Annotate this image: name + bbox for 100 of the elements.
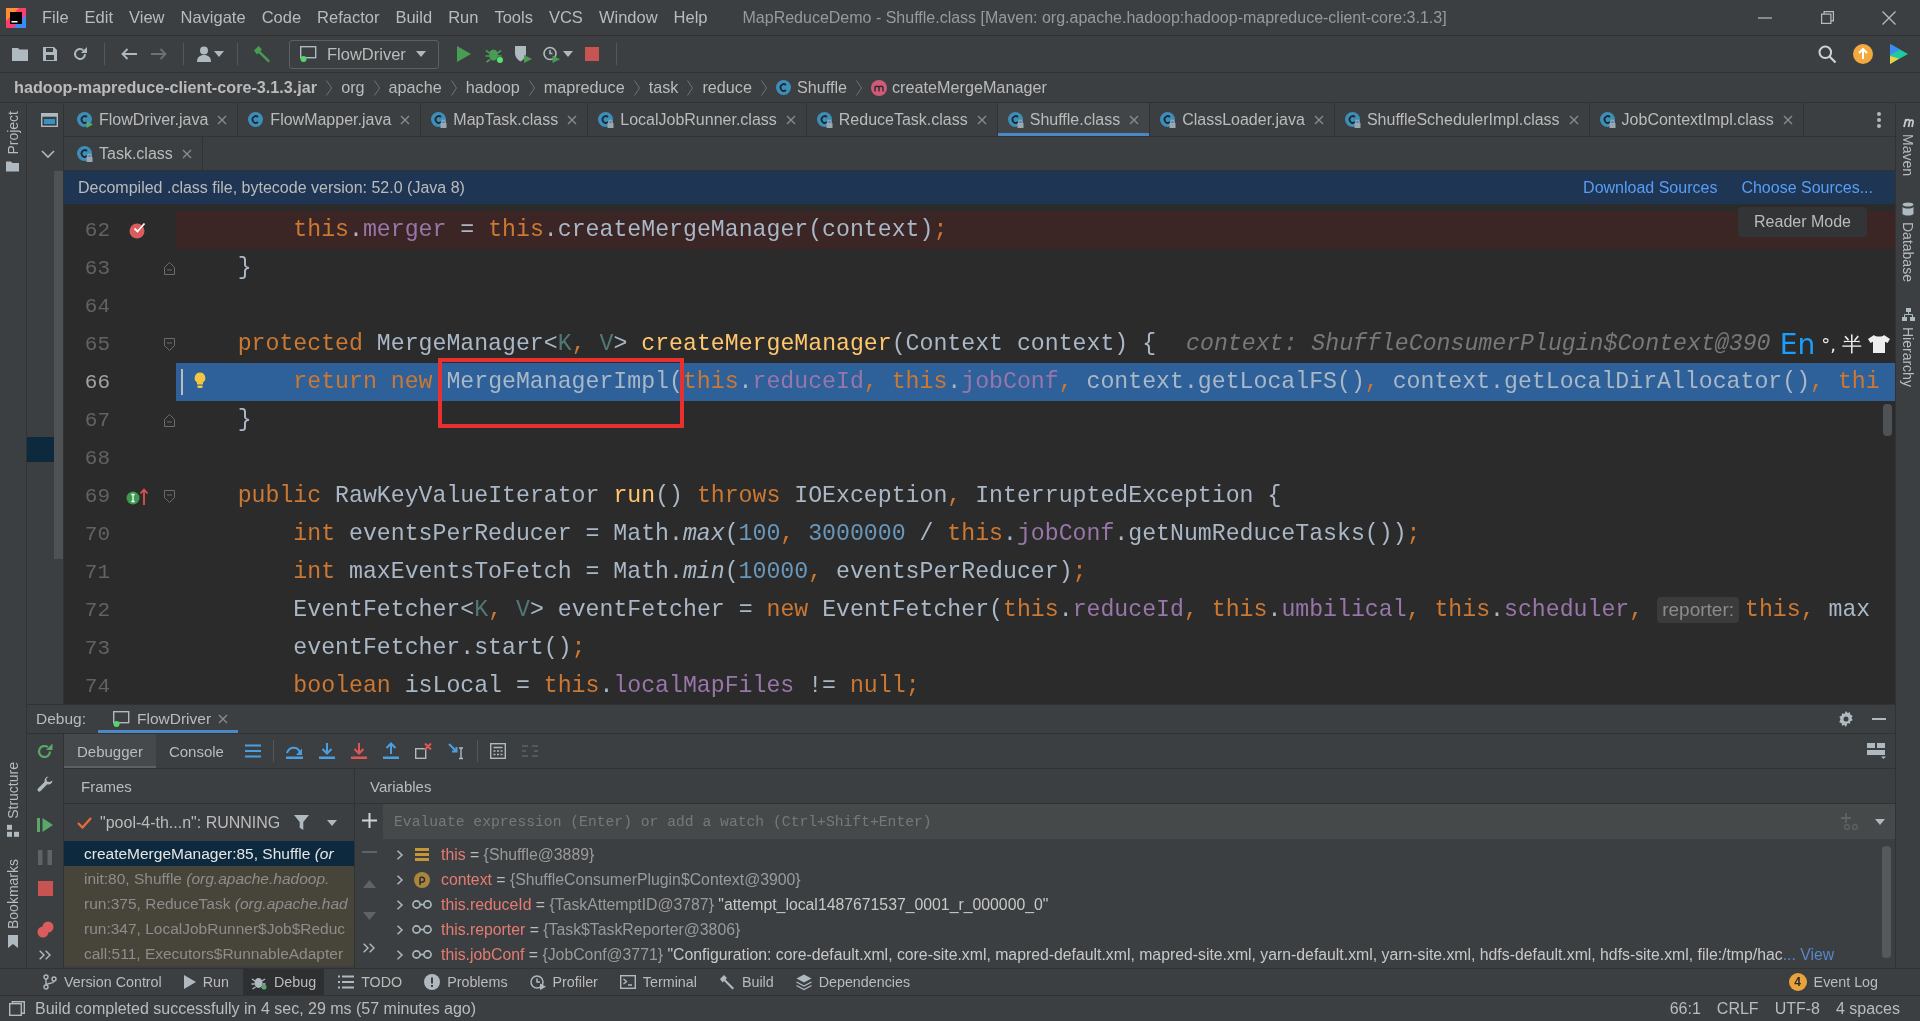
view-link[interactable]: ... View xyxy=(1782,945,1835,963)
event-log-button[interactable]: 4 Event Log xyxy=(1780,969,1886,995)
step-out-button[interactable] xyxy=(382,743,399,759)
thread-selector[interactable]: "pool-4-th...n": RUNNING xyxy=(100,813,281,832)
caret-position[interactable]: 66:1 xyxy=(1669,999,1701,1018)
debugger-tab[interactable]: Console xyxy=(155,734,237,768)
character-width-indicator[interactable]: 半 xyxy=(1842,330,1862,358)
reader-mode-button[interactable]: Reader Mode xyxy=(1738,207,1867,237)
editor-tab[interactable]: ShuffleSchedulerImpl.class xyxy=(1334,103,1590,136)
breadcrumb-item[interactable]: Shuffle xyxy=(775,75,847,100)
fold-icon[interactable] xyxy=(163,489,175,503)
editor-tab[interactable]: JobContextImpl.class xyxy=(1589,103,1804,136)
resume-icon[interactable] xyxy=(37,817,53,833)
run-to-cursor-button[interactable] xyxy=(447,743,465,759)
editor-tab[interactable]: Task.class xyxy=(67,137,203,170)
plus-icon[interactable] xyxy=(361,812,377,828)
breadcrumb-item[interactable]: createMergeManager xyxy=(871,75,1047,100)
debug-session-tab[interactable]: FlowDriver xyxy=(98,705,239,733)
tool-window-button[interactable]: Build xyxy=(710,969,782,995)
tool-window-button[interactable]: Version Control xyxy=(35,969,170,995)
banner-link[interactable]: Download Sources xyxy=(1583,178,1718,197)
input-language-indicator[interactable]: En xyxy=(1779,327,1816,361)
menu-item[interactable]: Window xyxy=(590,3,666,32)
editor-tab[interactable]: ReduceTask.class xyxy=(806,103,998,136)
execution-point-button[interactable] xyxy=(244,744,261,758)
close-icon[interactable] xyxy=(1568,114,1579,125)
tool-window-button[interactable]: Dependencies xyxy=(787,969,919,995)
tool-window-button[interactable]: Hierarchy xyxy=(1896,303,1920,391)
menu-item[interactable]: File xyxy=(34,3,77,32)
tool-window-button[interactable]: Terminal xyxy=(611,969,705,995)
tool-window-button[interactable]: TODO xyxy=(330,969,411,995)
more-vertical-icon[interactable] xyxy=(1877,111,1881,128)
close-icon[interactable] xyxy=(1129,114,1140,125)
tool-window-button[interactable]: Structure xyxy=(1,758,25,841)
force-step-into-button[interactable] xyxy=(350,743,367,759)
menu-item[interactable]: Help xyxy=(665,3,716,32)
filter-icon[interactable] xyxy=(294,815,310,830)
close-icon[interactable] xyxy=(1782,114,1793,125)
menu-item[interactable]: Refactor xyxy=(309,3,388,32)
run-configuration-dropdown[interactable]: FlowDriver xyxy=(289,39,439,69)
scrollbar-thumb[interactable] xyxy=(1883,404,1892,436)
caret-down-icon[interactable] xyxy=(415,51,426,57)
step-into-button[interactable] xyxy=(318,743,335,759)
stack-frame[interactable]: init:80, Shuffle (org.apache.hadoop. xyxy=(64,866,354,891)
layout-button[interactable] xyxy=(1867,743,1886,759)
editor-tab[interactable]: ClassLoader.java xyxy=(1150,103,1335,136)
indent-setting[interactable]: 4 spaces xyxy=(1835,999,1900,1018)
wrench-icon[interactable] xyxy=(37,776,53,792)
breadcrumb-item[interactable]: reduce xyxy=(702,75,752,100)
menu-item[interactable]: Edit xyxy=(76,3,122,32)
punctuation-mode-indicator[interactable]: °, xyxy=(1821,333,1836,355)
tool-window-button[interactable]: Project xyxy=(1,107,25,176)
breadcrumb-item[interactable]: hadoop-mapreduce-client-core-3.1.3.jar xyxy=(14,75,318,100)
stack-frame[interactable]: createMergeManager:85, Shuffle (or xyxy=(64,841,354,866)
tool-windows-icon[interactable] xyxy=(9,1001,25,1016)
menu-item[interactable]: Tools xyxy=(486,3,541,32)
menu-item[interactable]: Run xyxy=(440,3,487,32)
caret-down-icon[interactable] xyxy=(214,51,224,57)
fold-icon[interactable] xyxy=(163,337,175,351)
double-chevron-icon[interactable] xyxy=(39,950,51,960)
fold-icon[interactable] xyxy=(163,261,175,275)
close-icon[interactable] xyxy=(976,114,987,125)
file-encoding[interactable]: UTF-8 xyxy=(1774,999,1820,1018)
breakpoints-icon[interactable] xyxy=(36,921,54,938)
drop-frame-button[interactable] xyxy=(414,743,432,759)
close-icon[interactable] xyxy=(1313,114,1324,125)
evaluate-button[interactable] xyxy=(489,743,506,759)
tool-window-button[interactable]: Profiler xyxy=(521,969,606,995)
breadcrumb-item[interactable]: org xyxy=(341,75,365,100)
menu-item[interactable]: Build xyxy=(387,3,441,32)
close-icon[interactable] xyxy=(217,114,228,125)
tool-window-button[interactable]: Problems xyxy=(416,969,516,995)
rerun-icon[interactable] xyxy=(37,743,53,759)
menu-item[interactable]: Navigate xyxy=(172,3,254,32)
window-icon[interactable] xyxy=(41,113,58,127)
editor-tab[interactable]: Shuffle.class xyxy=(997,103,1151,136)
menu-item[interactable]: VCS xyxy=(540,3,591,32)
editor-tab[interactable]: MapTask.class xyxy=(421,103,589,136)
breadcrumb-item[interactable]: apache xyxy=(388,75,442,100)
double-chevron-icon[interactable] xyxy=(363,943,375,953)
breadcrumb-item[interactable]: mapreduce xyxy=(543,75,625,100)
editor-tab[interactable]: LocalJobRunner.class xyxy=(588,103,807,136)
breadcrumb-item[interactable]: hadoop xyxy=(465,75,520,100)
caret-down-icon[interactable] xyxy=(327,819,338,826)
scrollbar-thumb[interactable] xyxy=(1882,846,1891,958)
caret-down-icon[interactable] xyxy=(562,51,573,57)
shirt-icon[interactable] xyxy=(1868,335,1890,353)
stop-icon[interactable] xyxy=(37,881,53,896)
menu-item[interactable]: Code xyxy=(253,3,310,32)
tool-window-button[interactable]: Database xyxy=(1896,198,1920,286)
tool-window-button[interactable]: Maven xyxy=(1896,111,1920,181)
breadcrumb-item[interactable]: task xyxy=(648,75,679,100)
menu-item[interactable]: View xyxy=(121,3,173,32)
debugger-tab[interactable]: Debugger xyxy=(64,734,156,768)
implements-marker-icon[interactable] xyxy=(126,487,148,505)
scrollbar-thumb[interactable] xyxy=(54,171,63,559)
close-icon[interactable] xyxy=(400,114,411,125)
stack-frame[interactable]: call:511, Executors$RunnableAdapter xyxy=(64,941,354,966)
close-icon[interactable] xyxy=(567,114,578,125)
breakpoint-icon[interactable] xyxy=(128,221,146,239)
